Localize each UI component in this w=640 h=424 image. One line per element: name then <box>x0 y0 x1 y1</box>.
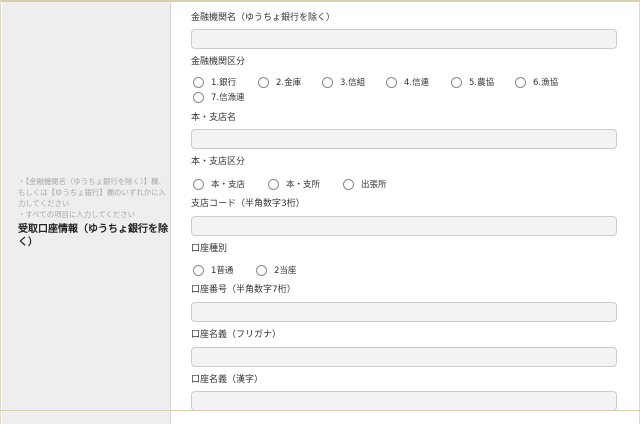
bank-type-option-shinren[interactable]: 4.信連 <box>386 76 429 88</box>
bank-type-option-nokyo[interactable]: 5.農協 <box>451 76 494 88</box>
radio-circle-icon <box>193 91 204 103</box>
account-number-label: 口座番号（半角数字7桁） <box>191 285 296 295</box>
radio-circle-icon <box>258 76 269 88</box>
radio-circle-icon <box>451 76 462 88</box>
branch-name-input[interactable] <box>191 129 617 149</box>
account-name-kana-input[interactable] <box>191 347 617 367</box>
account-type-option-toza[interactable]: 2当座 <box>256 264 296 276</box>
branch-type-label: 本・支店区分 <box>191 157 246 167</box>
account-number-input[interactable] <box>191 302 617 322</box>
branch-name-label: 本・支店名 <box>191 113 237 123</box>
radio-circle-icon <box>515 76 526 88</box>
account-type-option-futsu[interactable]: 1普通 <box>193 264 233 276</box>
radio-circle-icon <box>193 178 204 190</box>
radio-circle-icon <box>268 178 279 190</box>
radio-circle-icon <box>343 178 354 190</box>
branch-type-option-honshisho[interactable]: 本・支所 <box>268 178 320 190</box>
instruction-note: ・【金融機関名（ゆうちょ銀行を除く）】欄、もしくは【ゆうちょ銀行】欄のいずれかに… <box>18 177 166 208</box>
section-heading: 受取口座情報（ゆうちょ銀行を除く） <box>18 224 168 248</box>
branch-type-option-honshiten[interactable]: 本・支店 <box>193 178 245 190</box>
bank-name-input[interactable] <box>191 29 617 49</box>
form-page: ・【金融機関名（ゆうちょ銀行を除く）】欄、もしくは【ゆうちょ銀行】欄のいずれかに… <box>0 0 640 424</box>
next-section-header-cell <box>2 411 171 424</box>
bank-type-option-shinkumi[interactable]: 3.信組 <box>322 76 365 88</box>
radio-circle-icon <box>193 264 204 276</box>
bank-type-option-shingyoren[interactable]: 7.信漁連 <box>193 91 245 103</box>
section-header-cell: ・【金融機関名（ゆうちょ銀行を除く）】欄、もしくは【ゆうちょ銀行】欄のいずれかに… <box>2 2 171 410</box>
account-name-kanji-input[interactable] <box>191 391 617 411</box>
branch-code-input[interactable] <box>191 216 617 236</box>
radio-circle-icon <box>256 264 267 276</box>
radio-circle-icon <box>193 76 204 88</box>
radio-circle-icon <box>386 76 397 88</box>
instruction-notes: ・【金融機関名（ゆうちょ銀行を除く）】欄、もしくは【ゆうちょ銀行】欄のいずれかに… <box>18 176 168 220</box>
bank-type-option-bank[interactable]: 1.銀行 <box>193 76 236 88</box>
account-name-kana-label: 口座名義（フリガナ） <box>191 330 282 340</box>
branch-code-label: 支店コード（半角数字3桁） <box>191 199 305 209</box>
account-type-label: 口座種別 <box>191 244 228 254</box>
radio-circle-icon <box>322 76 333 88</box>
bank-type-option-gyokyo[interactable]: 6.漁協 <box>515 76 558 88</box>
bank-type-label: 金融機関区分 <box>191 57 246 67</box>
bank-name-label: 金融機関名（ゆうちょ銀行を除く） <box>191 13 336 23</box>
bank-type-option-kinko[interactable]: 2.金庫 <box>258 76 301 88</box>
branch-type-option-shutchojo[interactable]: 出張所 <box>343 178 387 190</box>
instruction-note: ・すべての項目に入力してください <box>18 210 135 219</box>
account-name-kanji-label: 口座名義（漢字） <box>191 375 264 385</box>
